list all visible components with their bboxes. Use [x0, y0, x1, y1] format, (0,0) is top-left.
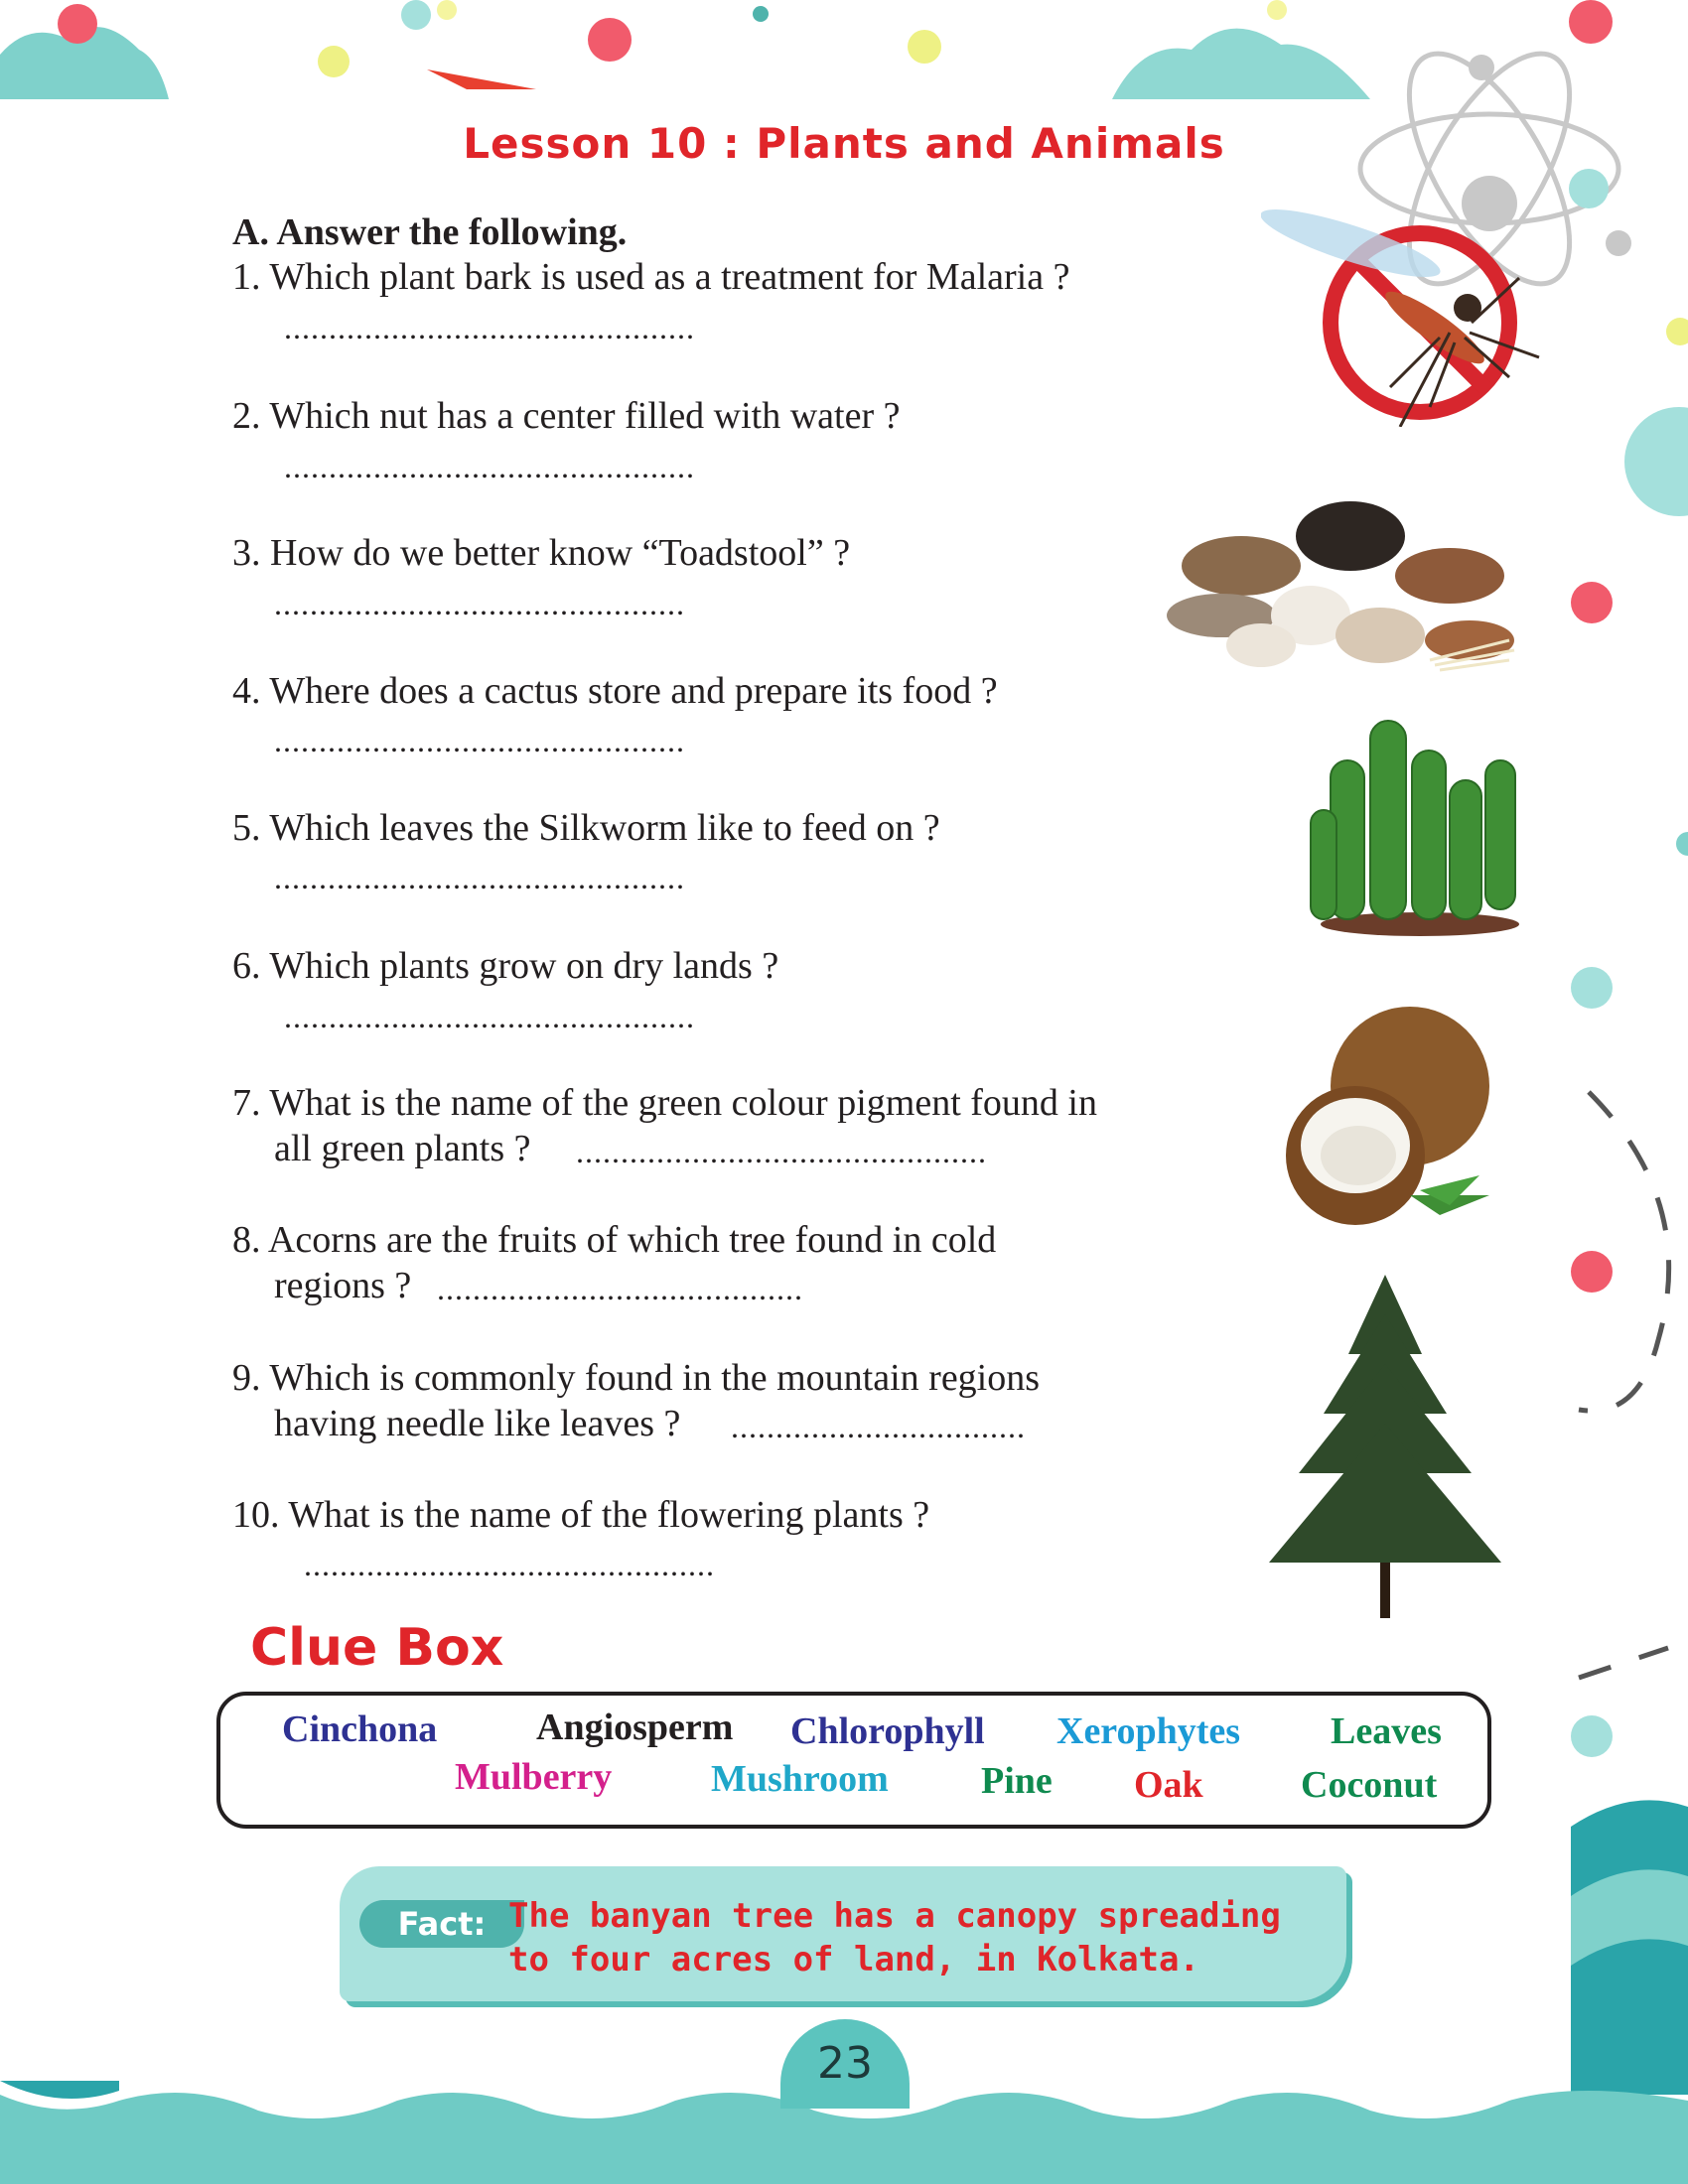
cactus-image	[1310, 720, 1519, 936]
answer-line-7[interactable]: ........................................…	[576, 1134, 987, 1170]
section-heading: A. Answer the following.	[232, 211, 628, 253]
answer-line-4[interactable]: ........................................…	[274, 723, 685, 759]
question-6: 6. Which plants grow on dry lands ?	[232, 945, 779, 987]
coconut-image	[1286, 1007, 1489, 1225]
question-1: 1. Which plant bark is used as a treatme…	[232, 256, 1070, 298]
page-number: 23	[780, 2019, 910, 2109]
question-5: 5. Which leaves the Silkworm like to fee…	[232, 807, 940, 849]
no-mosquito-icon	[1261, 209, 1540, 427]
question-9-cont: having needle like leaves ?	[274, 1403, 681, 1444]
answer-line-6[interactable]: ........................................…	[284, 999, 695, 1035]
question-3: 3. How do we better know “Toadstool” ?	[232, 532, 851, 574]
fact-box: Fact: The banyan tree has a canopy sprea…	[340, 1866, 1346, 2001]
question-7-cont: all green plants ?	[274, 1128, 531, 1169]
clue-box-heading: Clue Box	[250, 1618, 504, 1678]
answer-line-8[interactable]: ........................................…	[437, 1271, 803, 1307]
dashed-arc	[1578, 1090, 1672, 1681]
fact-text: The banyan tree has a canopy spreading t…	[508, 1894, 1281, 1981]
question-7: 7. What is the name of the green colour …	[232, 1082, 1097, 1124]
fact-line-2: to four acres of land, in Kolkata.	[508, 1940, 1199, 1979]
clue-word: Oak	[1134, 1764, 1203, 1806]
answer-line-9[interactable]: .................................	[731, 1409, 1026, 1445]
clue-word: Chlorophyll	[790, 1710, 985, 1752]
pine-tree-image	[1269, 1275, 1501, 1618]
fact-line-1: The banyan tree has a canopy spreading	[508, 1896, 1281, 1936]
answer-line-3[interactable]: ........................................…	[274, 586, 685, 622]
clue-word: Angiosperm	[536, 1706, 734, 1748]
question-4: 4. Where does a cactus store and prepare…	[232, 670, 998, 712]
clue-word: Mulberry	[455, 1756, 613, 1798]
wave-right	[1571, 1800, 1688, 2095]
question-9: 9. Which is commonly found in the mounta…	[232, 1357, 1041, 1399]
question-2: 2. Which nut has a center filled with wa…	[232, 395, 901, 437]
answer-line-5[interactable]: ........................................…	[274, 860, 685, 896]
answer-line-1[interactable]: ........................................…	[284, 310, 695, 346]
question-8: 8. Acorns are the fruits of which tree f…	[232, 1219, 997, 1261]
clue-word: Mushroom	[711, 1758, 889, 1800]
clue-word: Cinchona	[282, 1708, 438, 1750]
answer-line-2[interactable]: ........................................…	[284, 449, 695, 485]
clue-word: Leaves	[1331, 1710, 1442, 1752]
clue-word: Pine	[981, 1760, 1053, 1802]
clue-word: Xerophytes	[1056, 1710, 1241, 1752]
question-10: 10. What is the name of the flowering pl…	[232, 1494, 930, 1536]
clue-word: Coconut	[1301, 1764, 1438, 1806]
mushrooms-image	[1167, 501, 1515, 672]
fact-label: Fact:	[359, 1900, 524, 1948]
question-8-cont: regions ?	[274, 1265, 412, 1306]
page-title: Lesson 10 : Plants and Animals	[463, 119, 1225, 168]
answer-line-10[interactable]: ........................................…	[304, 1547, 715, 1583]
